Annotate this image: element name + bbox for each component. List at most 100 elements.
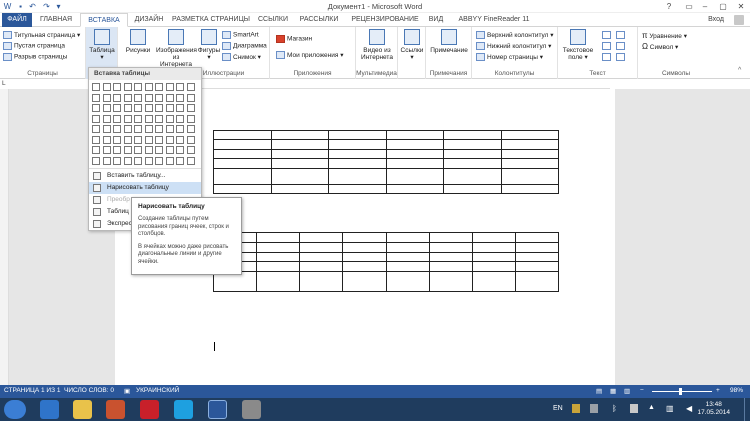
object-icon[interactable] xyxy=(616,53,625,61)
media-player-icon[interactable] xyxy=(106,400,125,419)
grid-cell[interactable] xyxy=(123,114,132,123)
grid-cell[interactable] xyxy=(186,125,195,133)
language-indicator[interactable]: УКРАИНСКИЙ xyxy=(136,387,179,394)
grid-cell[interactable] xyxy=(113,114,121,123)
grid-cell[interactable] xyxy=(92,104,100,112)
zoom-slider[interactable] xyxy=(652,391,712,392)
footer-button[interactable]: Нижний колонтитул ▾ xyxy=(476,42,551,51)
grid-cell[interactable] xyxy=(186,114,195,123)
grid-cell[interactable] xyxy=(155,156,163,165)
vertical-ruler[interactable] xyxy=(0,89,9,385)
grid-cell[interactable] xyxy=(165,93,174,102)
clock[interactable]: 13:48 17.05.2014 xyxy=(697,401,730,417)
grid-cell[interactable] xyxy=(176,83,184,91)
show-hidden-icons[interactable]: ▲ xyxy=(648,404,655,411)
grid-cell[interactable] xyxy=(186,104,195,112)
title-page-button[interactable]: Титульная страница ▾ xyxy=(3,31,80,40)
date-time-icon[interactable] xyxy=(616,42,625,50)
word-count[interactable]: ЧИСЛО СЛОВ: 0 xyxy=(64,387,114,394)
grid-cell[interactable] xyxy=(113,146,121,154)
my-apps-button[interactable]: Мои приложения ▾ xyxy=(276,51,344,60)
collapse-ribbon-icon[interactable]: ^ xyxy=(738,67,741,74)
tab-page-layout[interactable]: РАЗМЕТКА СТРАНИЦЫ xyxy=(170,13,252,27)
grid-cell[interactable] xyxy=(144,125,153,133)
grid-cell[interactable] xyxy=(155,83,163,91)
table-button[interactable]: Таблица ▾ xyxy=(88,29,116,61)
grid-cell[interactable] xyxy=(134,114,142,123)
grid-cell[interactable] xyxy=(113,104,121,112)
grid-cell[interactable] xyxy=(134,146,142,154)
bluetooth-icon[interactable]: ᛒ xyxy=(612,404,617,413)
grid-cell[interactable] xyxy=(92,93,100,102)
grid-cell[interactable] xyxy=(155,146,163,154)
app-taskbar-icon[interactable] xyxy=(242,400,261,419)
grid-cell[interactable] xyxy=(186,156,195,165)
grid-cell[interactable] xyxy=(155,125,163,133)
grid-cell[interactable] xyxy=(155,135,163,144)
page-number-button[interactable]: Номер страницы ▾ xyxy=(476,53,543,62)
account-avatar[interactable] xyxy=(734,15,744,25)
smartart-button[interactable]: SmartArt xyxy=(222,31,259,39)
grid-cell[interactable] xyxy=(144,104,153,112)
signature-line-icon[interactable] xyxy=(616,31,625,39)
word-taskbar-icon[interactable] xyxy=(208,400,227,419)
chart-button[interactable]: Диаграмма xyxy=(222,42,267,50)
grid-cell[interactable] xyxy=(102,156,111,165)
drop-cap-icon[interactable] xyxy=(602,53,611,61)
grid-cell[interactable] xyxy=(144,93,153,102)
shapes-button[interactable]: Фигуры ▾ xyxy=(196,29,222,61)
zoom-slider-thumb[interactable] xyxy=(679,388,682,395)
grid-cell[interactable] xyxy=(92,156,100,165)
explorer-icon[interactable] xyxy=(73,400,92,419)
wordart-icon[interactable] xyxy=(602,42,611,50)
grid-cell[interactable] xyxy=(176,146,184,154)
show-desktop-button[interactable] xyxy=(744,398,750,421)
links-button[interactable]: Ссылки ▾ xyxy=(400,29,424,61)
grid-cell[interactable] xyxy=(102,125,111,133)
maximize-icon[interactable]: ▢ xyxy=(714,0,732,13)
grid-cell[interactable] xyxy=(134,93,142,102)
grid-cell[interactable] xyxy=(144,83,153,91)
zoom-in-icon[interactable]: + xyxy=(716,387,720,394)
equation-button[interactable]: π Уравнение ▾ xyxy=(642,31,687,40)
grid-cell[interactable] xyxy=(165,156,174,165)
symbol-button[interactable]: Ω Символ ▾ xyxy=(642,42,678,51)
grid-cell[interactable] xyxy=(186,135,195,144)
table-size-grid[interactable] xyxy=(92,83,200,171)
skype-icon[interactable] xyxy=(174,400,193,419)
grid-cell[interactable] xyxy=(144,135,153,144)
tray-icon-1[interactable] xyxy=(572,404,580,413)
grid-cell[interactable] xyxy=(102,135,111,144)
zoom-out-icon[interactable]: − xyxy=(640,387,644,394)
grid-cell[interactable] xyxy=(113,135,121,144)
grid-cell[interactable] xyxy=(155,114,163,123)
web-layout-icon[interactable]: ▥ xyxy=(624,387,630,395)
grid-cell[interactable] xyxy=(165,83,174,91)
page-count[interactable]: СТРАНИЦА 1 ИЗ 1 xyxy=(4,387,60,394)
grid-cell[interactable] xyxy=(123,156,132,165)
grid-cell[interactable] xyxy=(165,104,174,112)
grid-cell[interactable] xyxy=(123,146,132,154)
pictures-button[interactable]: Рисунки xyxy=(122,29,154,54)
grid-cell[interactable] xyxy=(144,146,153,154)
grid-cell[interactable] xyxy=(92,146,100,154)
tab-abbyy[interactable]: ABBYY FineReader 11 xyxy=(454,13,534,27)
start-button-icon[interactable] xyxy=(4,400,26,419)
close-icon[interactable]: ✕ xyxy=(732,0,750,13)
grid-cell[interactable] xyxy=(176,104,184,112)
tray-icon-3[interactable] xyxy=(630,404,638,413)
online-pictures-button[interactable]: Изображения из Интернета xyxy=(156,29,197,68)
tab-view[interactable]: ВИД xyxy=(426,13,446,27)
volume-icon[interactable]: ◀ xyxy=(686,404,692,413)
grid-cell[interactable] xyxy=(134,83,142,91)
tab-mailings[interactable]: РАССЫЛКИ xyxy=(296,13,342,27)
grid-cell[interactable] xyxy=(123,125,132,133)
grid-cell[interactable] xyxy=(102,83,111,91)
signin-link[interactable]: Вход xyxy=(702,13,730,27)
tab-insert[interactable]: ВСТАВКА xyxy=(80,13,128,27)
keyboard-language[interactable]: EN xyxy=(553,405,563,412)
grid-cell[interactable] xyxy=(92,135,100,144)
screenshot-button[interactable]: Снимок ▾ xyxy=(222,53,261,62)
grid-cell[interactable] xyxy=(134,135,142,144)
grid-cell[interactable] xyxy=(155,93,163,102)
